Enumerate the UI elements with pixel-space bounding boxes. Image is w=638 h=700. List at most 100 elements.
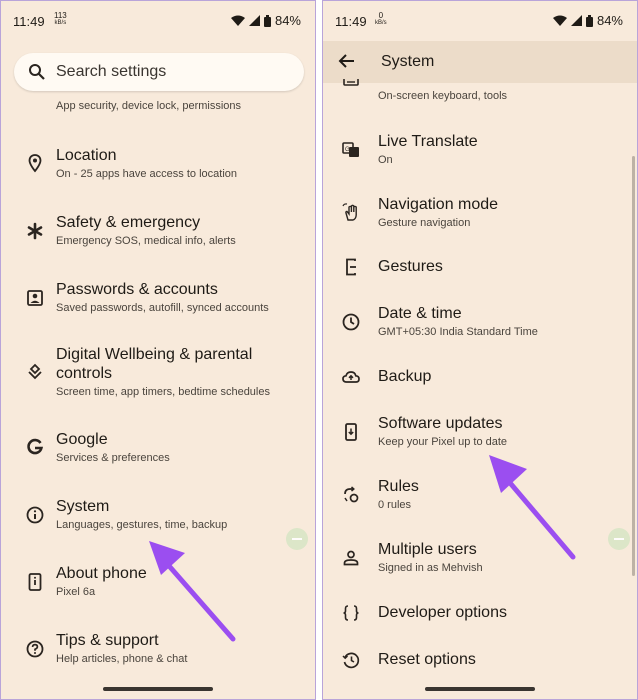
- settings-item-developer-options[interactable]: Developer options: [323, 603, 637, 627]
- phone-info-icon: [25, 572, 45, 592]
- settings-item-sub: Signed in as Mehvish: [378, 562, 483, 574]
- wifi-icon: [230, 15, 245, 26]
- network-speed: 113 kB/s: [54, 12, 67, 27]
- google-g-icon: [25, 437, 45, 457]
- person-icon: [341, 548, 361, 568]
- settings-item-title: Google: [56, 431, 108, 448]
- scrollbar[interactable]: [632, 156, 635, 576]
- settings-item-title: Reset options: [378, 651, 476, 668]
- status-time: 11:49: [335, 14, 367, 29]
- settings-item-passwords[interactable]: Passwords & accounts Saved passwords, au…: [1, 280, 315, 320]
- settings-item-title: About phone: [56, 565, 147, 582]
- settings-item-sub: GMT+05:30 India Standard Time: [378, 326, 538, 338]
- settings-item-sub: App security, device lock, permissions: [56, 100, 242, 112]
- settings-item-gestures[interactable]: Gestures: [323, 257, 637, 281]
- search-bar[interactable]: Search settings: [14, 53, 304, 91]
- settings-item-navigation-mode[interactable]: Navigation mode Gesture navigation: [323, 195, 637, 235]
- left-settings-screen: 11:49 113 kB/s 84% Search settings App s…: [0, 0, 316, 700]
- settings-item-sub: On: [378, 154, 393, 166]
- translate-icon: G: [341, 140, 361, 160]
- settings-item-sub: Emergency SOS, medical info, alerts: [56, 235, 236, 247]
- search-icon: [28, 63, 46, 81]
- settings-item-sub: Services & preferences: [56, 452, 170, 464]
- floating-bubble[interactable]: [286, 528, 308, 550]
- search-input[interactable]: Search settings: [56, 63, 166, 81]
- settings-item-rules[interactable]: Rules 0 rules: [323, 477, 637, 517]
- account-box-icon: [25, 288, 45, 308]
- asterisk-icon: [25, 221, 45, 241]
- network-speed-unit: kB/s: [54, 20, 67, 26]
- settings-item-sub: Languages, gestures, time, backup: [56, 519, 228, 531]
- gesture-nav-bar[interactable]: [425, 687, 535, 691]
- battery-icon: [585, 14, 593, 27]
- settings-item-title: System: [56, 498, 110, 515]
- settings-item-title: Multiple users: [378, 541, 477, 558]
- settings-item-sub: Saved passwords, autofill, synced accoun…: [56, 302, 269, 314]
- settings-item-tips-support[interactable]: Tips & support Help articles, phone & ch…: [1, 631, 315, 671]
- network-speed-value: 0: [378, 11, 384, 20]
- battery-percent: 84%: [596, 13, 623, 28]
- settings-item-safety[interactable]: Safety & emergency Emergency SOS, medica…: [1, 213, 315, 253]
- settings-item-title: Passwords & accounts: [56, 281, 218, 298]
- settings-item-sub: Keep your Pixel up to date: [378, 436, 508, 448]
- settings-item-title: Software updates: [378, 415, 503, 432]
- settings-item-digital-wellbeing[interactable]: Digital Wellbeing & parental controls Sc…: [1, 345, 315, 403]
- status-time: 11:49: [13, 14, 45, 29]
- gesture-hand-icon: [341, 202, 361, 222]
- settings-item-sub: Help articles, phone & chat: [56, 653, 188, 665]
- keyboard-icon: [341, 79, 361, 89]
- settings-item-google[interactable]: Google Services & preferences: [1, 430, 315, 470]
- settings-item-title: Digital Wellbeing & parental controls: [56, 346, 253, 382]
- info-icon: [25, 505, 45, 525]
- wellbeing-icon: [25, 362, 45, 382]
- braces-icon: [341, 603, 361, 623]
- settings-item-about-phone[interactable]: About phone Pixel 6a: [1, 564, 315, 604]
- settings-item-location[interactable]: Location On - 25 apps have access to loc…: [1, 146, 315, 186]
- system-icons: 84%: [552, 13, 623, 28]
- settings-item-backup[interactable]: Backup: [323, 367, 637, 391]
- settings-item-keyboard-partial[interactable]: On-screen keyboard, tools: [323, 79, 637, 109]
- settings-item-title: Backup: [378, 368, 432, 385]
- signal-icon: [248, 15, 260, 26]
- settings-item-reset-options[interactable]: Reset options: [323, 650, 637, 674]
- settings-item-sub: Pixel 6a: [56, 586, 96, 598]
- wifi-icon: [552, 15, 567, 26]
- system-icons: 84%: [230, 13, 301, 28]
- cloud-upload-icon: [341, 367, 361, 387]
- network-speed: 0 kB/s: [375, 11, 387, 27]
- settings-item-sub: On-screen keyboard, tools: [378, 90, 508, 102]
- settings-item-live-translate[interactable]: G Live Translate On: [323, 132, 637, 172]
- svg-text:G: G: [345, 147, 350, 153]
- signal-icon: [570, 15, 582, 26]
- settings-item-title: Developer options: [378, 604, 507, 621]
- clock-icon: [341, 312, 361, 332]
- status-bar: 11:49 0 kB/s 84%: [323, 1, 637, 41]
- status-bar: 11:49 113 kB/s 84%: [1, 1, 315, 41]
- phone-gesture-icon: [341, 257, 361, 277]
- settings-item-sub: Gesture navigation: [378, 217, 471, 229]
- battery-percent: 84%: [274, 13, 301, 28]
- battery-icon: [263, 14, 271, 27]
- system-update-icon: [341, 422, 361, 442]
- settings-item-system[interactable]: System Languages, gestures, time, backup: [1, 497, 315, 537]
- settings-item-title: Navigation mode: [378, 196, 499, 213]
- back-arrow-icon[interactable]: [337, 51, 357, 71]
- settings-item-title: Rules: [378, 478, 419, 495]
- network-speed-unit: kB/s: [375, 20, 387, 26]
- settings-item-sub: On - 25 apps have access to location: [56, 168, 237, 180]
- settings-item-multiple-users[interactable]: Multiple users Signed in as Mehvish: [323, 540, 637, 580]
- settings-item-software-updates[interactable]: Software updates Keep your Pixel up to d…: [323, 414, 637, 454]
- location-pin-icon: [25, 153, 45, 173]
- page-title: System: [381, 53, 435, 70]
- help-icon: [25, 639, 45, 659]
- gesture-nav-bar[interactable]: [103, 687, 213, 691]
- settings-item-title: Location: [56, 147, 117, 164]
- settings-item-title: Safety & emergency: [56, 214, 201, 231]
- settings-item-date-time[interactable]: Date & time GMT+05:30 India Standard Tim…: [323, 304, 637, 344]
- settings-item-sub: Screen time, app timers, bedtime schedul…: [56, 386, 270, 398]
- settings-item-title: Date & time: [378, 305, 462, 322]
- settings-item-title: Live Translate: [378, 133, 478, 150]
- settings-item-sub: 0 rules: [378, 499, 412, 511]
- settings-item-title: Gestures: [378, 258, 443, 275]
- floating-bubble[interactable]: [608, 528, 630, 550]
